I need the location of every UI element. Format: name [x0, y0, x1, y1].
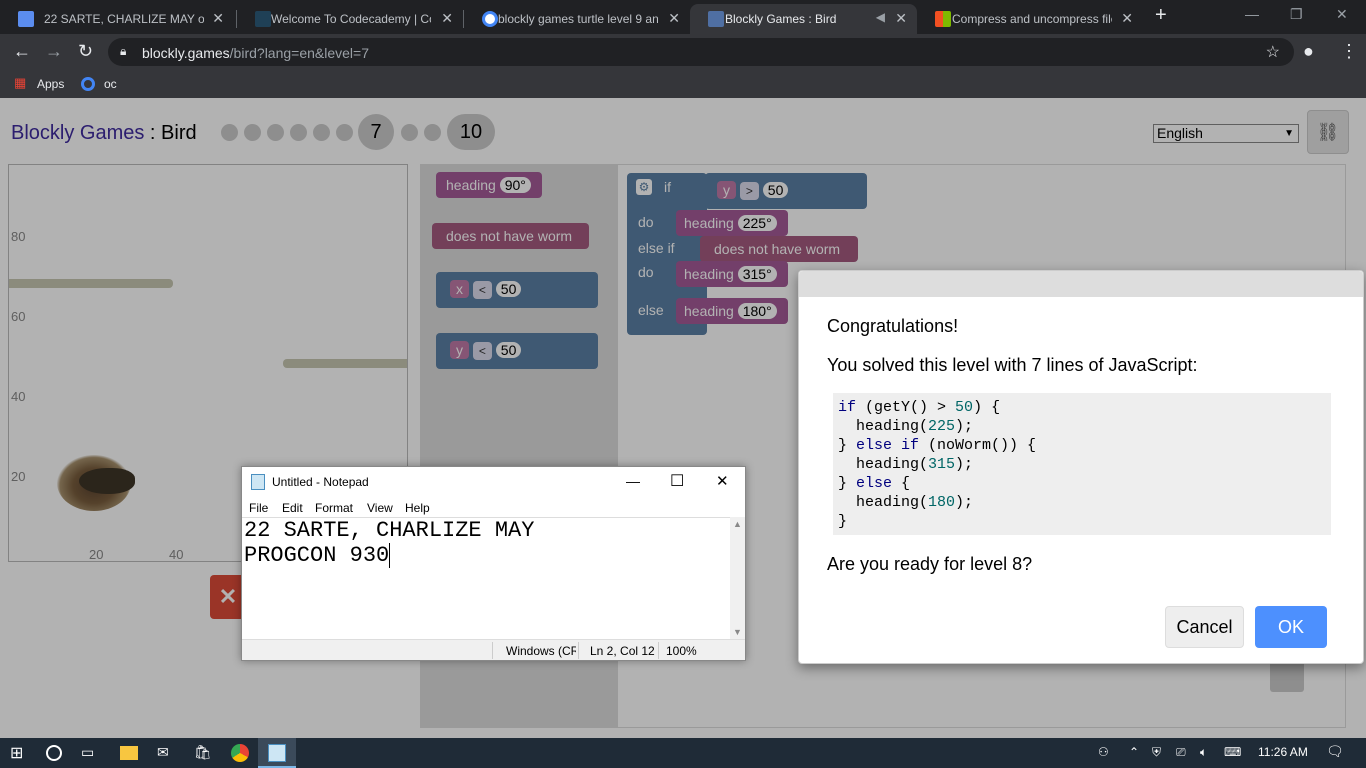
dialog-header[interactable]	[799, 271, 1363, 297]
menu-edit[interactable]: Edit	[282, 501, 303, 515]
blockly-favicon-icon	[708, 11, 724, 27]
notifications-icon[interactable]: 🗨︎	[1326, 743, 1344, 760]
reload-icon[interactable]: ↻	[78, 42, 93, 60]
tab-title: Blockly Games : Bird	[725, 12, 837, 26]
notepad-statusbar: Windows (CR Ln 2, Col 12 100%	[242, 639, 745, 660]
forward-arrow-icon[interactable]: →	[45, 42, 63, 60]
chrome-icon[interactable]	[231, 744, 249, 762]
notepad-app-icon	[251, 474, 265, 490]
lock-icon: 🔒︎	[120, 44, 127, 58]
dialog-message: You solved this level with 7 lines of Ja…	[827, 355, 1198, 375]
close-tab-icon[interactable]: ✕	[1121, 10, 1133, 27]
notepad-taskbar-button[interactable]	[258, 738, 296, 768]
chevron-up-icon[interactable]: ⌃	[1129, 745, 1139, 759]
volume-icon[interactable]: 🔈︎	[1200, 745, 1207, 760]
file-explorer-icon[interactable]	[120, 746, 138, 760]
minimize-icon[interactable]: —	[626, 473, 640, 489]
bookmark-oc[interactable]: oc	[104, 77, 117, 91]
close-tab-icon[interactable]: ✕	[668, 10, 680, 27]
notepad-icon	[268, 744, 286, 762]
notepad-menubar: File Edit Format View Help	[242, 497, 745, 517]
browser-toolbar: ← → ↻ 🔒︎ blockly.games/bird?lang=en&leve…	[0, 34, 1366, 70]
new-tab-plus-icon[interactable]: +	[1155, 4, 1167, 27]
vertical-scrollbar[interactable]: ▲ ▼	[730, 517, 745, 639]
close-tab-icon[interactable]: ✕	[212, 10, 224, 27]
apps-grid-icon[interactable]: ▦	[14, 75, 26, 91]
address-bar[interactable]: 🔒︎ blockly.games/bird?lang=en&level=7 ☆	[108, 38, 1294, 66]
bookmarks-bar: ▦ Apps oc	[0, 70, 1366, 98]
congratulations-dialog: Congratulations! You solved this level w…	[798, 270, 1364, 664]
status-zoom: 100%	[666, 644, 697, 658]
status-encoding: Windows (CR	[506, 644, 576, 658]
menu-format[interactable]: Format	[315, 501, 353, 515]
tab-title: blockly games turtle level 9 an	[498, 12, 658, 26]
keyboard-icon[interactable]: ⌨	[1224, 745, 1241, 759]
search-icon[interactable]	[46, 745, 62, 761]
menu-help[interactable]: Help	[405, 501, 430, 515]
text-line: 22 SARTE, CHARLIZE MAY	[244, 518, 535, 543]
close-tab-icon[interactable]: ✕	[895, 10, 907, 27]
url-host: blockly.games	[142, 45, 230, 61]
classroom-favicon-icon	[18, 11, 34, 27]
dialog-heading: Congratulations!	[827, 316, 959, 336]
people-icon[interactable]: ⚇	[1098, 745, 1109, 759]
tab-title: 22 SARTE, CHARLIZE MAY on 2	[44, 12, 204, 26]
tab-title: Compress and uncompress file	[952, 12, 1112, 26]
tab-sarte[interactable]: 22 SARTE, CHARLIZE MAY on 2 ✕	[0, 4, 234, 34]
url-path: /bird?lang=en&level=7	[229, 45, 370, 61]
bookmark-star-icon[interactable]: ☆	[1266, 42, 1280, 62]
bookmark-apps[interactable]: Apps	[37, 77, 64, 91]
menu-file[interactable]: File	[249, 501, 268, 515]
notepad-titlebar[interactable]: Untitled - Notepad — ☐ ✕	[242, 467, 745, 497]
browser-tab-bar: 22 SARTE, CHARLIZE MAY on 2 ✕ Welcome To…	[0, 0, 1366, 34]
tab-title: Welcome To Codecademy | Co	[271, 12, 431, 26]
google-bookmark-icon	[81, 77, 95, 91]
security-icon[interactable]: ⛨	[1152, 745, 1161, 760]
menu-view[interactable]: View	[367, 501, 393, 515]
windows-start-icon[interactable]: ⊞	[10, 743, 28, 762]
google-favicon-icon	[482, 11, 498, 27]
codecademy-favicon-icon	[255, 11, 271, 27]
audio-muted-icon[interactable]: ◀︎	[876, 10, 885, 24]
scroll-down-icon[interactable]: ▼	[733, 627, 742, 637]
restore-icon[interactable]: ❐	[1290, 6, 1303, 23]
close-icon[interactable]: ✕	[716, 472, 729, 490]
mail-icon[interactable]: ✉	[157, 744, 175, 762]
notepad-window: Untitled - Notepad — ☐ ✕ File Edit Forma…	[241, 466, 746, 661]
menu-kebab-icon[interactable]: ⋮	[1340, 42, 1358, 60]
profile-avatar-icon[interactable]: ●	[1303, 42, 1314, 60]
tab-codecademy[interactable]: Welcome To Codecademy | Co ✕	[237, 4, 463, 34]
window-title: Untitled - Notepad	[272, 475, 369, 489]
scroll-up-icon[interactable]: ▲	[733, 519, 742, 529]
text-line: PROGCON 930	[244, 543, 390, 568]
microsoft-favicon-icon	[935, 11, 951, 27]
url-text: blockly.games/bird?lang=en&level=7	[142, 45, 369, 61]
cancel-button[interactable]: Cancel	[1165, 606, 1244, 648]
back-arrow-icon[interactable]: ←	[13, 42, 31, 60]
close-window-icon[interactable]: ✕	[1336, 6, 1348, 23]
notepad-text-area[interactable]: 22 SARTE, CHARLIZE MAY PROGCON 930	[242, 517, 730, 639]
status-position: Ln 2, Col 12	[590, 644, 655, 658]
tab-compress[interactable]: Compress and uncompress file ✕	[917, 4, 1143, 34]
solution-code: if (getY() > 50) { heading(225); } else …	[833, 393, 1331, 535]
close-tab-icon[interactable]: ✕	[441, 10, 453, 27]
network-icon[interactable]: ⎚	[1176, 745, 1186, 760]
task-view-icon[interactable]: ▭	[81, 744, 99, 762]
text-cursor	[389, 543, 391, 568]
maximize-icon[interactable]: ☐	[670, 471, 684, 491]
tab-google-search[interactable]: blockly games turtle level 9 an ✕	[464, 4, 690, 34]
ok-button[interactable]: OK	[1255, 606, 1327, 648]
minimize-icon[interactable]: —	[1245, 6, 1259, 22]
tab-blockly-bird[interactable]: Blockly Games : Bird ◀︎ ✕	[690, 4, 917, 34]
dialog-question: Are you ready for level 8?	[827, 554, 1033, 574]
store-icon[interactable]: 🛍︎	[194, 744, 212, 762]
taskbar-clock[interactable]: 11:26 AM	[1258, 745, 1308, 759]
windows-taskbar: ⊞ ▭ ✉ 🛍︎ ⚇ ⌃ ⛨ ⎚ 🔈︎ ⌨ 11:26 AM 🗨︎	[0, 738, 1366, 768]
